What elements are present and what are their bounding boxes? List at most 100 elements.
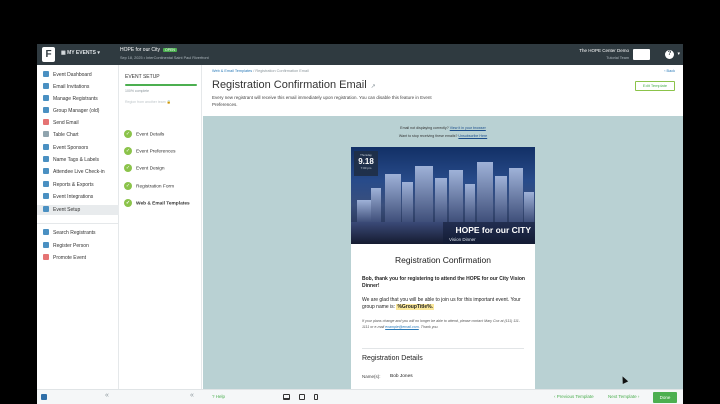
sidebar-item-label: Promote Event bbox=[53, 255, 87, 261]
previous-template-button[interactable]: ‹ Previous Template bbox=[554, 394, 594, 399]
divider bbox=[362, 348, 524, 349]
help-icon[interactable]: ? bbox=[665, 50, 674, 59]
setup-step-event-details[interactable]: ✓ Event Details bbox=[124, 130, 164, 140]
contact-email-link[interactable]: example@email.com bbox=[385, 325, 419, 329]
sidebar-item-icon bbox=[43, 206, 49, 212]
browser-view-text: Email not displaying correctly? bbox=[400, 126, 450, 130]
next-template-button[interactable]: Next Template › bbox=[608, 394, 639, 399]
app-window: F ▦ MY EVENTS ▾ HOPE for our City OPEN Se… bbox=[37, 44, 683, 404]
sidebar-item-promote-event[interactable]: Promote Event bbox=[43, 253, 86, 263]
sidebar-item-group-manager-old[interactable]: Group Manager (old) bbox=[43, 106, 99, 116]
sidebar-nav: Event Dashboard Email Invitations Manage R… bbox=[37, 65, 119, 389]
event-setup-heading: EVENT SETUP bbox=[125, 74, 160, 80]
breadcrumb-link[interactable]: Web & Email Templates bbox=[212, 69, 252, 73]
email-heading: Registration Confirmation bbox=[395, 255, 491, 265]
sidebar-item-event-setup[interactable]: Event Setup bbox=[37, 205, 119, 215]
back-link[interactable]: ‹ Back bbox=[664, 69, 675, 73]
sidebar-item-search-registrants[interactable]: Search Registrants bbox=[43, 228, 96, 238]
collapse-nav-icon[interactable]: « bbox=[105, 392, 109, 399]
top-bar: F ▦ MY EVENTS ▾ HOPE for our City OPEN Se… bbox=[37, 44, 683, 65]
setup-step-event-preferences[interactable]: ✓ Event Preferences bbox=[124, 147, 175, 157]
sidebar-item-manage-registrants[interactable]: Manage Registrants bbox=[43, 94, 98, 104]
sidebar-item-icon bbox=[43, 131, 49, 137]
edit-template-button[interactable]: Edit Template bbox=[635, 81, 675, 91]
sidebar-item-icon bbox=[43, 144, 49, 150]
sidebar-item-label: Event Setup bbox=[53, 207, 81, 213]
setup-step-registration-form[interactable]: ✓ Registration Form bbox=[124, 182, 174, 192]
name-value: Bob Jones bbox=[390, 374, 413, 379]
sidebar-item-label: Email Invitations bbox=[53, 84, 90, 90]
sidebar-item-icon bbox=[43, 95, 49, 101]
org-logo[interactable] bbox=[633, 49, 650, 60]
chevron-down-icon[interactable]: ▾ bbox=[677, 51, 680, 57]
setup-step-event-design[interactable]: ✓ Event Design bbox=[124, 164, 165, 174]
sidebar-item-label: Manage Registrants bbox=[53, 96, 98, 102]
sidebar-item-label: Name Tags & Labels bbox=[53, 157, 100, 163]
check-icon: ✓ bbox=[124, 164, 132, 172]
unsubscribe-text: Want to stop receiving these emails? bbox=[398, 134, 459, 138]
sidebar-item-event-sponsors[interactable]: Event Sponsors bbox=[43, 143, 88, 153]
page-title-row: Registration Confirmation Email ↗ bbox=[212, 79, 376, 91]
sidebar-item-email-invitations[interactable]: Email Invitations bbox=[43, 82, 89, 92]
sidebar-item-event-dashboard[interactable]: Event Dashboard bbox=[43, 70, 92, 80]
sidebar-item-attendee-live-check-in[interactable]: Attendee Live Check-in bbox=[43, 167, 105, 177]
desktop-view-icon[interactable] bbox=[283, 394, 290, 400]
sidebar-item-register-person[interactable]: Register Person bbox=[43, 241, 89, 251]
app-logo[interactable]: F bbox=[42, 47, 55, 62]
sidebar-item-label: Event Sponsors bbox=[53, 145, 89, 151]
sidebar-item-icon bbox=[43, 168, 49, 174]
sidebar-item-reports-exports[interactable]: Reports & Exports bbox=[43, 180, 94, 190]
unsubscribe-link[interactable]: Unsubscribe Here bbox=[458, 134, 487, 138]
event-day: 9.18 bbox=[358, 157, 374, 166]
setup-step-label: Event Details bbox=[136, 132, 165, 138]
unsubscribe-notice: Want to stop receiving these emails? Uns… bbox=[203, 134, 683, 138]
breadcrumb: Web & Email Templates / Registration Con… bbox=[212, 69, 309, 73]
org-name[interactable]: The HOPE Center Demo bbox=[579, 48, 629, 53]
setup-step-label: Registration Form bbox=[136, 184, 175, 190]
help-button[interactable]: ? Help bbox=[212, 394, 225, 399]
collapse-setup-icon[interactable]: « bbox=[190, 392, 194, 399]
external-link-icon[interactable]: ↗ bbox=[371, 84, 376, 90]
done-button[interactable]: Done bbox=[653, 392, 677, 403]
check-icon: ✓ bbox=[124, 130, 132, 138]
sidebar-item-label: Event Integrations bbox=[53, 194, 94, 200]
sidebar-item-icon bbox=[43, 229, 49, 235]
sidebar-item-send-email[interactable]: Send Email bbox=[43, 118, 79, 128]
check-icon: ✓ bbox=[124, 147, 132, 155]
sidebar-item-label: Send Email bbox=[53, 120, 79, 126]
sidebar-item-label: Search Registrants bbox=[53, 230, 96, 236]
sidebar-item-label: Reports & Exports bbox=[53, 182, 94, 188]
mobile-view-icon[interactable] bbox=[314, 394, 318, 400]
event-title: HOPE for our City bbox=[120, 47, 161, 53]
sidebar-item-name-tags-labels[interactable]: Name Tags & Labels bbox=[43, 155, 99, 165]
tablet-view-icon[interactable] bbox=[299, 394, 305, 400]
sidebar-item-table-chart[interactable]: Table Chart bbox=[43, 130, 79, 140]
sidebar-item-label: Table Chart bbox=[53, 132, 79, 138]
hero-subtitle: Vision Dinner bbox=[449, 237, 476, 242]
sidebar-item-label: Register Person bbox=[53, 243, 89, 249]
my-events-label: MY EVENTS bbox=[67, 50, 96, 56]
chat-icon[interactable] bbox=[41, 394, 47, 400]
name-label: Name(s): bbox=[362, 374, 381, 379]
registration-status-text: Region from another team bbox=[125, 100, 166, 104]
my-events-menu[interactable]: ▦ MY EVENTS ▾ bbox=[61, 50, 100, 56]
sidebar-item-icon bbox=[43, 119, 49, 125]
sidebar-item-icon bbox=[43, 254, 49, 260]
browser-view-notice: Email not displaying correctly? View it … bbox=[203, 126, 683, 130]
email-contact-end: . Thank you. bbox=[418, 324, 439, 329]
sidebar-item-icon bbox=[43, 71, 49, 77]
view-in-browser-link[interactable]: View it in your browser bbox=[450, 126, 486, 130]
setup-step-web-email-templates[interactable]: ✓ Web & Email Templates bbox=[124, 199, 190, 209]
email-thanks: Bob, thank you for registering to attend… bbox=[362, 276, 525, 289]
event-time: 7:00 pm bbox=[360, 166, 372, 170]
registration-status: Region from another team 🔒 bbox=[125, 100, 171, 104]
sidebar-item-icon bbox=[43, 107, 49, 113]
email-preview-area: Email not displaying correctly? View it … bbox=[203, 116, 683, 389]
sidebar-item-label: Group Manager (old) bbox=[53, 108, 100, 114]
event-title-area[interactable]: HOPE for our City OPEN bbox=[120, 47, 177, 53]
sidebar-item-event-integrations[interactable]: Event Integrations bbox=[43, 192, 93, 202]
breadcrumb-current: Registration Confirmation Email bbox=[255, 69, 309, 73]
registration-details-heading: Registration Details bbox=[362, 355, 423, 362]
org-subtitle: Tutorial Team bbox=[606, 56, 629, 60]
lock-icon: 🔒 bbox=[166, 100, 172, 104]
